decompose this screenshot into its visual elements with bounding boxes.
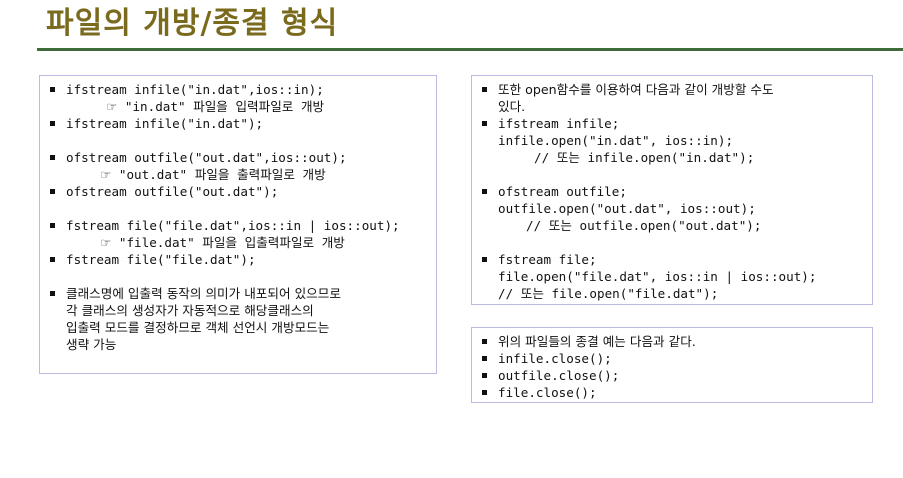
square-bullet-icon [50, 87, 55, 92]
continuation-line: 생략 가능 [48, 336, 428, 353]
pointing-hand-icon: ☞ [106, 99, 118, 114]
pointing-hand-icon: ☞ [100, 235, 112, 250]
line-text: ofstream outfile("out.dat"); [66, 184, 279, 199]
bullet-item: 위의 파일들의 종결 예는 다음과 같다. [480, 333, 864, 350]
square-bullet-icon [482, 356, 487, 361]
bullet-item: ofstream outfile("out.dat"); [48, 183, 428, 200]
line-text: fstream file("file.dat",ios::in | ios::o… [66, 218, 400, 233]
line-text: ifstream infile("in.dat",ios::in); [66, 82, 324, 97]
square-bullet-icon [482, 339, 487, 344]
square-bullet-icon [50, 223, 55, 228]
line-text: file.open("file.dat", ios::in | ios::out… [498, 269, 817, 284]
line-text: fstream file("file.dat"); [66, 252, 256, 267]
bullet-item: infile.close(); [480, 350, 864, 367]
square-bullet-icon [482, 390, 487, 395]
bullet-item: fstream file("file.dat"); [48, 251, 428, 268]
square-bullet-icon [50, 121, 55, 126]
line-text: "file.dat" 파일을 입출력파일로 개방 [111, 235, 345, 250]
line-text: 위의 파일들의 종결 예는 다음과 같다. [498, 334, 696, 349]
continuation-line: outfile.open("out.dat", ios::out); [480, 200, 864, 217]
continuation-line: ☞ "in.dat" 파일을 입력파일로 개방 [48, 98, 428, 115]
line-text: infile.close(); [498, 351, 612, 366]
left-text-box: ifstream infile("in.dat",ios::in); ☞ "in.… [39, 75, 437, 374]
square-bullet-icon [482, 189, 487, 194]
line-text: fstream file; [498, 252, 597, 267]
continuation-line: 각 클래스의 생성자가 자동적으로 해당클래스의 [48, 302, 428, 319]
line-text: // 또는 file.open("file.dat"); [498, 286, 719, 301]
bullet-item: 클래스명에 입출력 동작의 의미가 내포되어 있으므로 [48, 285, 428, 302]
bullet-item: ifstream infile; [480, 115, 864, 132]
square-bullet-icon [482, 121, 487, 126]
bullet-item: fstream file("file.dat",ios::in | ios::o… [48, 217, 428, 234]
line-text: // 또는 infile.open("in.dat"); [534, 150, 755, 165]
pointing-hand-icon: ☞ [100, 167, 112, 182]
line-text: ofstream outfile("out.dat",ios::out); [66, 150, 347, 165]
line-text: 또한 open함수를 이용하여 다음과 같이 개방할 수도 [498, 82, 774, 97]
line-text: "in.dat" 파일을 입력파일로 개방 [117, 99, 325, 114]
line-text: ifstream infile("in.dat"); [66, 116, 264, 131]
line-text: "out.dat" 파일을 출력파일로 개방 [111, 167, 326, 182]
bullet-item: ifstream infile("in.dat"); [48, 115, 428, 132]
line-text: 입출력 모드를 결정하므로 객체 선언시 개방모드는 [66, 320, 330, 335]
square-bullet-icon [50, 257, 55, 262]
bullet-item: ifstream infile("in.dat",ios::in); [48, 81, 428, 98]
square-bullet-icon [482, 87, 487, 92]
continuation-line: ☞ "file.dat" 파일을 입출력파일로 개방 [48, 234, 428, 251]
continuation-line: 있다. [480, 98, 864, 115]
line-text: outfile.close(); [498, 368, 620, 383]
continuation-line: ☞ "out.dat" 파일을 출력파일로 개방 [48, 166, 428, 183]
line-text: 클래스명에 입출력 동작의 의미가 내포되어 있으므로 [66, 286, 341, 301]
line-text: ofstream outfile; [498, 184, 627, 199]
square-bullet-icon [50, 155, 55, 160]
bullet-item: ofstream outfile("out.dat",ios::out); [48, 149, 428, 166]
line-text: file.close(); [498, 385, 597, 400]
right-top-text-box: 또한 open함수를 이용하여 다음과 같이 개방할 수도있다. ifstream… [471, 75, 873, 305]
line-text: infile.open("in.dat", ios::in); [498, 133, 734, 148]
bullet-item: ofstream outfile; [480, 183, 864, 200]
bullet-item: 또한 open함수를 이용하여 다음과 같이 개방할 수도 [480, 81, 864, 98]
continuation-line: // 또는 infile.open("in.dat"); [480, 149, 864, 166]
line-text: // 또는 outfile.open("out.dat"); [526, 218, 762, 233]
line-text: 생략 가능 [66, 337, 117, 352]
square-bullet-icon [50, 189, 55, 194]
line-text: 각 클래스의 생성자가 자동적으로 해당클래스의 [66, 303, 314, 318]
title-divider [37, 48, 903, 51]
square-bullet-icon [482, 373, 487, 378]
bullet-item: fstream file; [480, 251, 864, 268]
line-text: outfile.open("out.dat", ios::out); [498, 201, 756, 216]
continuation-line: 입출력 모드를 결정하므로 객체 선언시 개방모드는 [48, 319, 428, 336]
line-text: 있다. [498, 99, 526, 114]
continuation-line: infile.open("in.dat", ios::in); [480, 132, 864, 149]
slide-title: 파일의 개방/종결 형식 [46, 6, 339, 41]
continuation-line: // 또는 outfile.open("out.dat"); [480, 217, 864, 234]
line-text: ifstream infile; [498, 116, 620, 131]
continuation-line: // 또는 file.open("file.dat"); [480, 285, 864, 302]
bullet-item: outfile.close(); [480, 367, 864, 384]
bullet-item: file.close(); [480, 384, 864, 401]
continuation-line: file.open("file.dat", ios::in | ios::out… [480, 268, 864, 285]
square-bullet-icon [50, 291, 55, 296]
square-bullet-icon [482, 257, 487, 262]
right-bottom-text-box: 위의 파일들의 종결 예는 다음과 같다. infile.close(); outf… [471, 327, 873, 403]
